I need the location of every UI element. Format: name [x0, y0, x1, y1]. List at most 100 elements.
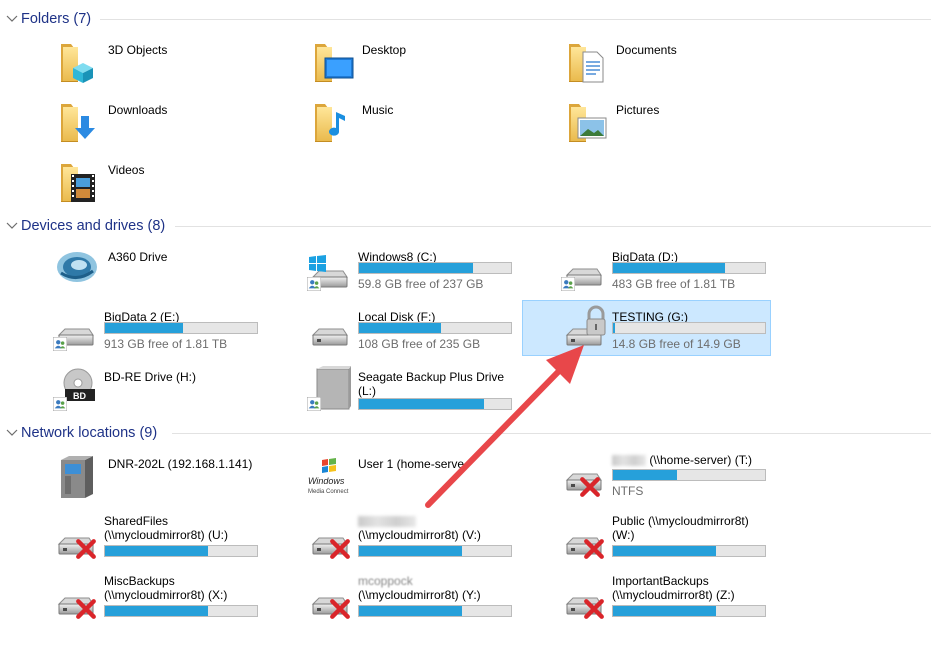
disconnected-drive-icon	[305, 572, 353, 620]
group-title: Folders (7)	[21, 11, 92, 27]
drive-free-space: 913 GB free of 1.81 TB	[104, 337, 228, 351]
network-item-u[interactable]: SharedFiles (\\mycloudmirror8t) (U:)	[51, 512, 301, 568]
drive-item-h[interactable]: BD BD-RE Drive (H:)	[51, 365, 301, 421]
network-label-line2: (\\mycloudmirror8t) (V:)	[358, 528, 481, 542]
drive-label: A360 Drive	[108, 250, 168, 264]
drive-item-g[interactable]: TESTING (G:) 14.8 GB free of 14.9 GB	[559, 305, 809, 361]
folder-item-desktop[interactable]: Desktop	[309, 38, 559, 94]
a360-drive-icon	[55, 245, 103, 293]
videos-folder-icon	[55, 158, 103, 206]
group-title: Devices and drives (8)	[21, 218, 166, 234]
logo-subtext: Media Connect	[308, 489, 349, 495]
disconnected-drive-icon	[51, 512, 99, 560]
chevron-down-icon[interactable]	[6, 427, 18, 439]
drive-usage-bar	[104, 545, 258, 557]
pictures-folder-icon	[563, 98, 611, 146]
network-label: SharedFiles	[104, 514, 169, 528]
group-divider	[172, 433, 931, 434]
drive-item-a360[interactable]: A360 Drive	[55, 245, 305, 301]
network-label	[358, 514, 416, 528]
network-item-t[interactable]: (\\home-server) (T:) NTFS	[559, 452, 809, 508]
group-header-devices[interactable]: Devices and drives (8)	[0, 215, 939, 237]
drive-item-l[interactable]: Seagate Backup Plus Drive (L:)	[305, 365, 555, 421]
chevron-down-icon[interactable]	[6, 220, 18, 232]
drive-usage-bar	[104, 322, 258, 334]
drive-item-e[interactable]: BigData 2 (E:) 913 GB free of 1.81 TB	[51, 305, 301, 361]
logo-text: Windows	[308, 476, 345, 486]
music-folder-icon	[309, 98, 357, 146]
folder-item-music[interactable]: Music	[309, 98, 559, 154]
drive-free-space: 483 GB free of 1.81 TB	[612, 277, 736, 291]
drive-label: Seagate Backup Plus Drive	[358, 370, 505, 384]
drive-usage-bar	[358, 545, 512, 557]
drive-usage-bar	[612, 469, 766, 481]
redacted-text	[612, 455, 646, 467]
drive-usage-bar	[358, 322, 512, 334]
folder-label: Videos	[108, 163, 145, 177]
drive-free-space: 108 GB free of 235 GB	[358, 337, 481, 351]
folder-item-3d-objects[interactable]: 3D Objects	[55, 38, 305, 94]
network-label-line2: (\\mycloudmirror8t) (X:)	[104, 588, 228, 602]
network-label: DNR-202L (192.168.1.141)	[108, 457, 253, 471]
network-label: (\\home-server) (T:)	[612, 453, 752, 467]
folder-label: Downloads	[108, 103, 168, 117]
network-label: MiscBackups	[104, 574, 175, 588]
folder-label: 3D Objects	[108, 43, 168, 57]
chevron-down-icon[interactable]	[6, 13, 18, 25]
group-divider	[100, 19, 931, 20]
windows-drive-icon	[305, 245, 353, 293]
drive-item-d[interactable]: BigData (D:) 483 GB free of 1.81 TB	[559, 245, 809, 301]
network-item-user1[interactable]: Windows Media Connect User 1 (home-serve	[305, 452, 555, 508]
external-drive-icon	[305, 365, 353, 413]
drive-free-space: 14.8 GB free of 14.9 GB	[612, 337, 741, 351]
network-item-x[interactable]: MiscBackups (\\mycloudmirror8t) (X:)	[51, 572, 301, 628]
locked-drive-icon	[559, 305, 607, 353]
network-item-y[interactable]: mcoppock (\\mycloudmirror8t) (Y:)	[305, 572, 555, 628]
network-item-v[interactable]: (\\mycloudmirror8t) (V:)	[305, 512, 555, 568]
network-label: ImportantBackups	[612, 574, 709, 588]
group-header-network[interactable]: Network locations (9)	[0, 422, 939, 444]
drive-item-f[interactable]: Local Disk (F:) 108 GB free of 235 GB	[305, 305, 555, 361]
bd-drive-icon: BD	[51, 365, 99, 413]
drive-usage-bar	[104, 605, 258, 617]
folder-item-documents[interactable]: Documents	[563, 38, 813, 94]
folder-item-downloads[interactable]: Downloads	[55, 98, 305, 154]
folder-label: Desktop	[362, 43, 407, 57]
nas-device-icon	[55, 452, 103, 500]
filesystem-label: NTFS	[612, 484, 644, 498]
drive-usage-bar	[612, 262, 766, 274]
network-item-z[interactable]: ImportantBackups (\\mycloudmirror8t) (Z:…	[559, 572, 809, 628]
redacted-text	[358, 516, 416, 528]
drive-usage-bar	[612, 605, 766, 617]
disconnected-drive-icon	[305, 512, 353, 560]
disconnected-drive-icon	[559, 572, 607, 620]
folder-label: Documents	[616, 43, 677, 57]
disconnected-drive-icon	[559, 452, 607, 500]
desktop-folder-icon	[309, 38, 357, 86]
folder-item-videos[interactable]: Videos	[55, 158, 305, 214]
folder-label: Pictures	[616, 103, 660, 117]
group-divider	[175, 226, 931, 227]
hard-drive-icon	[51, 305, 99, 353]
group-title: Network locations (9)	[21, 425, 158, 441]
drive-usage-bar	[358, 605, 512, 617]
drive-usage-bar	[358, 262, 512, 274]
network-label-line2: (\\mycloudmirror8t) (U:)	[104, 528, 229, 542]
drive-item-c[interactable]: Windows8 (C:) 59.8 GB free of 237 GB	[305, 245, 555, 301]
group-header-folders[interactable]: Folders (7)	[0, 8, 939, 30]
folder-item-pictures[interactable]: Pictures	[563, 98, 813, 154]
drive-usage-bar	[612, 545, 766, 557]
downloads-folder-icon	[55, 98, 103, 146]
windows-media-connect-icon: Windows Media Connect	[305, 452, 353, 500]
drive-label-line2: (L:)	[358, 384, 376, 398]
network-item-w[interactable]: Public (\\mycloudmirror8t) (W:)	[559, 512, 809, 568]
documents-folder-icon	[563, 38, 611, 86]
network-item-dnr[interactable]: DNR-202L (192.168.1.141)	[55, 452, 305, 508]
network-label-line2: (W:)	[612, 528, 635, 542]
network-label-text: (\\home-server) (T:)	[649, 453, 753, 467]
drive-label: BD-RE Drive (H:)	[104, 370, 196, 384]
disconnected-drive-icon	[51, 572, 99, 620]
network-label: Public (\\mycloudmirror8t)	[612, 514, 749, 528]
network-label: mcoppock	[358, 574, 413, 588]
hard-drive-icon	[559, 245, 607, 293]
